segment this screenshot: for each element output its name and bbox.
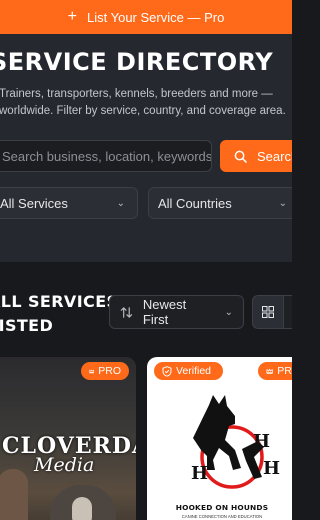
service-filter-select[interactable]: All Services ⌄ bbox=[0, 187, 138, 219]
list-view-button[interactable] bbox=[284, 295, 292, 329]
service-card[interactable]: H H H H HOOKED ON HOUNDS CANINE CONNECTI… bbox=[147, 357, 292, 520]
cover-dog-chest bbox=[72, 497, 92, 520]
sort-icon bbox=[120, 306, 133, 318]
pro-badge-label: PRO bbox=[98, 365, 121, 377]
search-icon bbox=[234, 150, 247, 163]
search-input[interactable]: Search business, location, keywords bbox=[0, 140, 212, 172]
card-logo-name: HOOKED ON HOUNDS bbox=[175, 503, 269, 512]
search-button[interactable]: Search bbox=[220, 140, 292, 172]
card-cover-subtitle: Media bbox=[34, 454, 95, 476]
service-filter-value: All Services bbox=[0, 195, 68, 211]
pro-badge: PRO bbox=[258, 362, 292, 380]
verified-badge: Verified bbox=[154, 362, 223, 380]
results-heading-line1: ALL SERVICES bbox=[0, 292, 119, 311]
card-logo-tagline: CANINE CONNECTION AND EDUCATION bbox=[181, 514, 263, 519]
plus-icon: + bbox=[67, 8, 78, 25]
grid-icon bbox=[262, 306, 274, 318]
page: + List Your Service — Pro SERVICE DIRECT… bbox=[0, 0, 292, 520]
results-heading-line2: LISTED bbox=[0, 316, 54, 335]
logo-letter-h: H bbox=[253, 431, 271, 452]
banner-label: List Your Service — Pro bbox=[87, 9, 225, 25]
verified-badge-label: Verified bbox=[176, 365, 212, 377]
results-heading: ALL SERVICES LISTED bbox=[0, 290, 118, 338]
logo-letter-h: H bbox=[263, 458, 281, 479]
hero-section: SERVICE DIRECTORY Trainers, transporters… bbox=[0, 34, 292, 262]
logo-letter-h: H bbox=[191, 463, 209, 484]
sort-select[interactable]: Newest First ⌄ bbox=[109, 295, 244, 329]
pro-badge: PRO bbox=[81, 362, 129, 380]
country-filter-value: All Countries bbox=[158, 195, 232, 211]
chevron-down-icon: ⌄ bbox=[278, 197, 287, 209]
sort-value: Newest First bbox=[142, 297, 187, 327]
cover-person bbox=[0, 469, 28, 520]
list-service-banner-button[interactable]: + List Your Service — Pro bbox=[0, 0, 292, 34]
chevron-down-icon: ⌄ bbox=[116, 197, 125, 209]
chevron-down-icon: ⌄ bbox=[224, 306, 233, 318]
crown-icon bbox=[89, 369, 95, 373]
logo-letter-h: H bbox=[198, 429, 216, 450]
crown-icon bbox=[266, 368, 273, 374]
page-title: SERVICE DIRECTORY bbox=[0, 48, 274, 76]
service-card[interactable]: CLOVERDALE Media bbox=[0, 357, 136, 520]
country-filter-select[interactable]: All Countries ⌄ bbox=[148, 187, 292, 219]
pro-badge-label: PRO bbox=[277, 365, 292, 377]
shield-check-icon bbox=[162, 365, 172, 377]
search-button-label: Search bbox=[257, 148, 292, 164]
page-subtitle: Trainers, transporters, kennels, breeder… bbox=[0, 88, 286, 117]
search-placeholder: Search business, location, keywords bbox=[2, 148, 212, 164]
grid-view-button[interactable] bbox=[252, 295, 284, 329]
